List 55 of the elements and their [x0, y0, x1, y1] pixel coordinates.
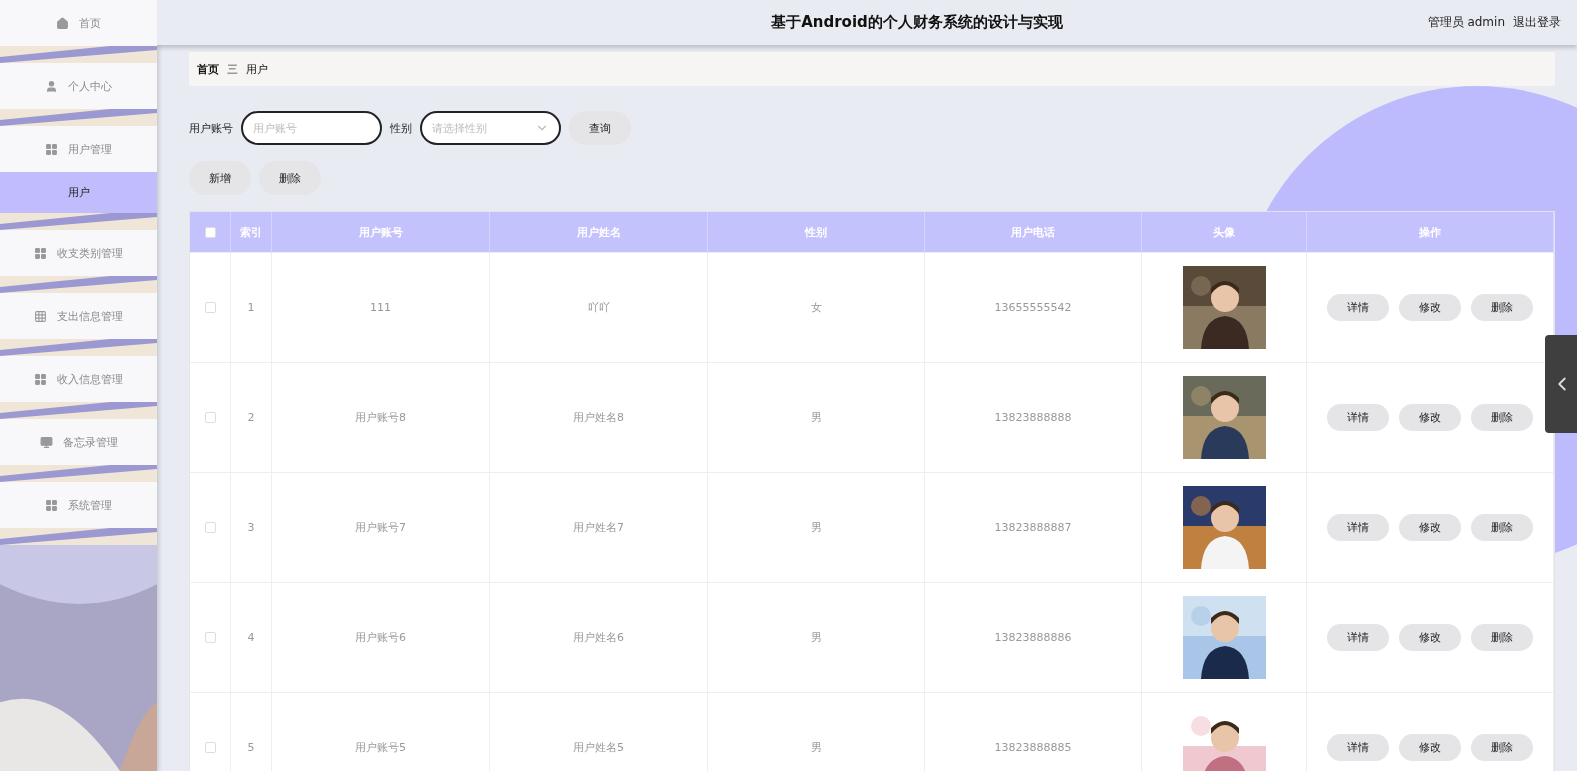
row-checkbox[interactable]	[204, 742, 216, 753]
row-checkbox[interactable]	[204, 302, 216, 313]
logout-link[interactable]: 退出登录	[1513, 14, 1561, 31]
row-action-button[interactable]: 详情	[1327, 404, 1389, 431]
row-checkbox[interactable]	[204, 522, 216, 533]
row-action-button[interactable]: 详情	[1327, 294, 1389, 321]
search-button[interactable]: 查询	[569, 111, 631, 145]
sidebar-item[interactable]: 收支类别管理	[0, 230, 157, 276]
row-action-button[interactable]: 删除	[1471, 624, 1533, 651]
table-cell: 用户姓名5	[490, 693, 708, 771]
row-checkbox[interactable]	[204, 632, 216, 643]
action-button[interactable]: 删除	[259, 161, 321, 195]
monitor-icon	[39, 435, 53, 449]
sidebar-item[interactable]: 收入信息管理	[0, 356, 157, 402]
row-action-button[interactable]: 删除	[1471, 514, 1533, 541]
grid-icon	[34, 309, 47, 323]
table-cell: 13823888885	[925, 693, 1142, 771]
action-button[interactable]: 新增	[189, 161, 251, 195]
row-action-button[interactable]: 修改	[1399, 404, 1461, 431]
user-icon	[45, 79, 58, 93]
page-title: 基于Android的个人财务系统的设计与实现	[771, 13, 1063, 32]
row-action-button[interactable]: 修改	[1399, 734, 1461, 761]
user-label: 管理员 admin	[1427, 14, 1505, 31]
sidebar-item[interactable]: 首页	[0, 0, 157, 46]
row-action-button[interactable]: 删除	[1471, 404, 1533, 431]
sidebar-item[interactable]: 支出信息管理	[0, 293, 157, 339]
breadcrumb-item[interactable]: 首页	[197, 61, 219, 77]
sidebar-subitem[interactable]: 用户	[0, 172, 157, 213]
side-toggle-button[interactable]	[1545, 335, 1577, 433]
home-icon	[56, 16, 69, 30]
sidebar-item[interactable]: 用户管理	[0, 126, 157, 172]
grid-icon	[45, 498, 58, 512]
row-action-button[interactable]: 详情	[1327, 734, 1389, 761]
grid-icon	[34, 372, 47, 386]
field-label: 性别	[390, 120, 412, 136]
sidebar-item[interactable]: 个人中心	[0, 63, 157, 109]
row-action-button[interactable]: 修改	[1399, 514, 1461, 541]
row-action-button[interactable]: 删除	[1471, 294, 1533, 321]
grid-icon	[45, 142, 58, 156]
table-cell: 用户账号5	[272, 693, 490, 771]
row-action-button[interactable]: 详情	[1327, 514, 1389, 541]
field-label: 用户账号	[189, 120, 233, 136]
row-action-button[interactable]: 修改	[1399, 624, 1461, 651]
row-action-button[interactable]: 修改	[1399, 294, 1461, 321]
breadcrumb-item[interactable]: 用户	[246, 61, 268, 77]
row-checkbox[interactable]	[204, 412, 216, 423]
sidebar-item[interactable]: 系统管理	[0, 482, 157, 528]
breadcrumb-separator: 三	[227, 61, 238, 77]
sidebar-item[interactable]: 备忘录管理	[0, 419, 157, 465]
table-cell: 5	[231, 693, 272, 771]
row-action-button[interactable]: 删除	[1471, 734, 1533, 761]
grid-icon	[34, 246, 47, 260]
table-cell: 男	[708, 693, 925, 771]
select-all-checkbox[interactable]	[204, 226, 216, 238]
row-action-button[interactable]: 详情	[1327, 624, 1389, 651]
